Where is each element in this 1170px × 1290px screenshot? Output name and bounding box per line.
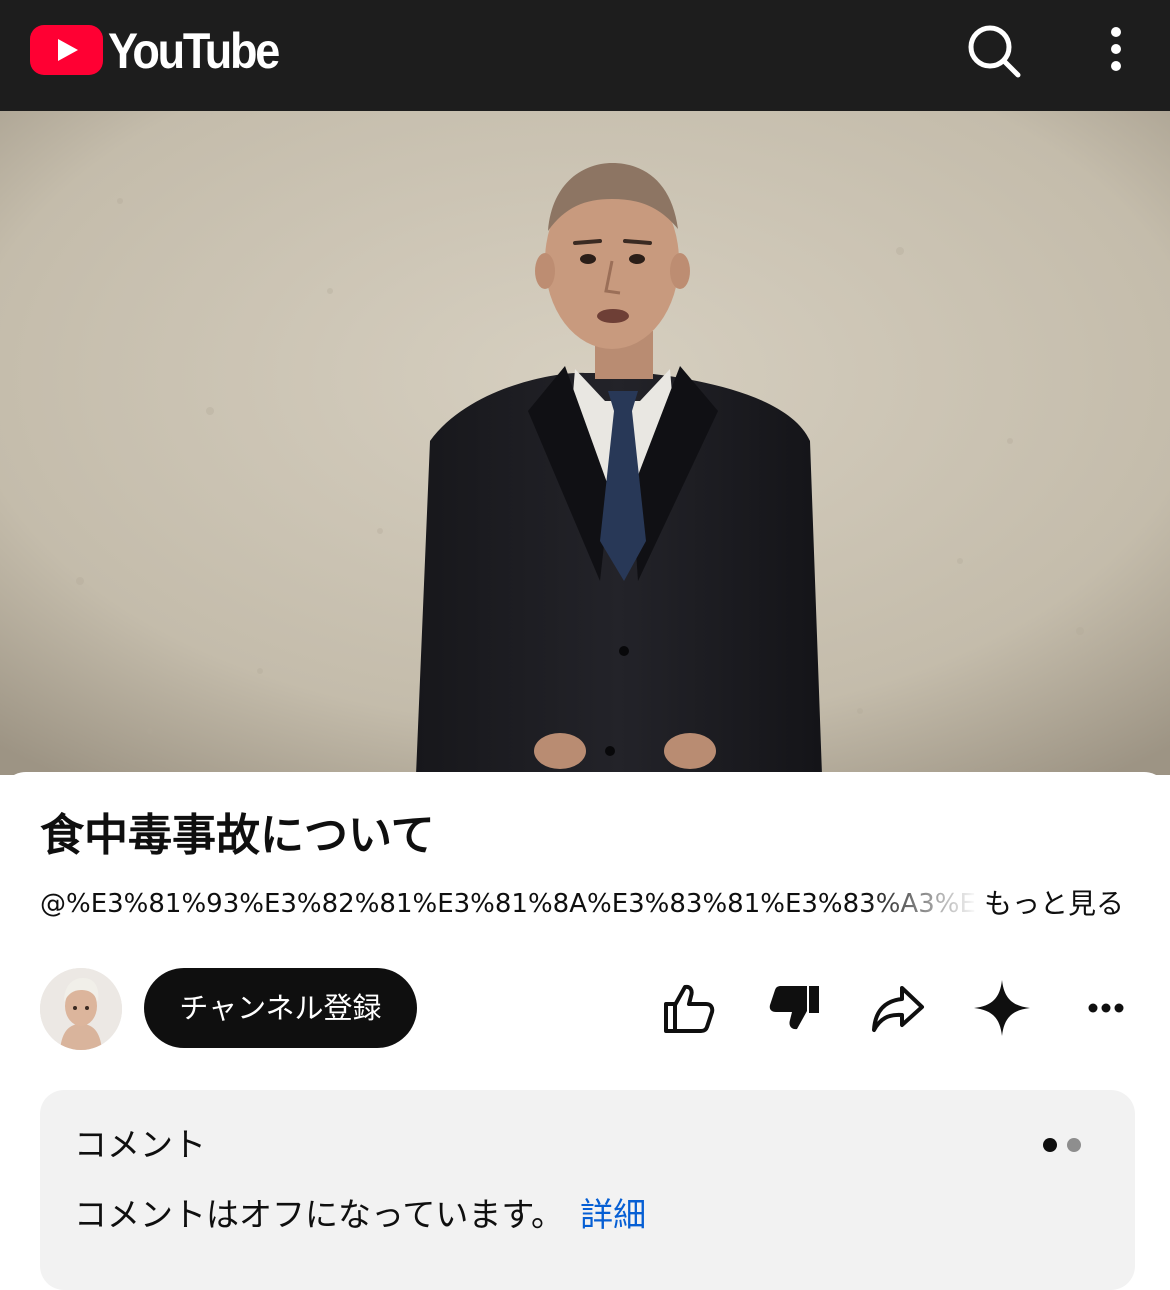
thumbs-up-icon[interactable] (658, 978, 718, 1038)
channel-handle[interactable]: @%E3%81%93%E3%82%81%E3%81%8A%E3%83%81%E3… (40, 884, 978, 924)
show-more-link[interactable]: もっと見る (984, 884, 1124, 924)
sparkle-icon[interactable] (972, 978, 1032, 1038)
carousel-dots (1043, 1136, 1085, 1154)
video-info-panel: 食中毒事故について @%E3%81%93%E3%82%81%E3%81%8A%E… (0, 772, 1170, 1290)
video-title[interactable]: 食中毒事故について (40, 810, 435, 862)
more-horiz-icon[interactable] (1076, 978, 1136, 1038)
top-app-bar: YouTube (0, 0, 1170, 111)
thumbs-down-icon[interactable] (765, 978, 825, 1038)
dot-active (1043, 1138, 1057, 1152)
comments-off-text: コメントはオフになっています。 詳細 (74, 1192, 646, 1238)
video-frame (0, 111, 1170, 775)
comments-card[interactable]: コメント コメントはオフになっています。 詳細 (40, 1090, 1135, 1290)
subscribe-button[interactable]: チャンネル登録 (144, 968, 417, 1048)
comments-heading: コメント (74, 1125, 206, 1164)
details-link[interactable]: 詳細 (580, 1195, 646, 1234)
video-player[interactable] (0, 111, 1170, 775)
search-icon[interactable] (962, 20, 1026, 84)
share-icon[interactable] (868, 978, 928, 1038)
more-vert-icon[interactable] (1096, 22, 1136, 78)
comments-off-message: コメントはオフになっています。 (74, 1195, 565, 1234)
channel-avatar[interactable] (40, 968, 122, 1050)
video-meta-row[interactable]: @%E3%81%93%E3%82%81%E3%81%8A%E3%83%81%E3… (40, 884, 1140, 924)
dot-inactive (1067, 1138, 1081, 1152)
youtube-logo-text[interactable]: YouTube (108, 21, 280, 81)
youtube-play-icon[interactable] (30, 25, 103, 75)
